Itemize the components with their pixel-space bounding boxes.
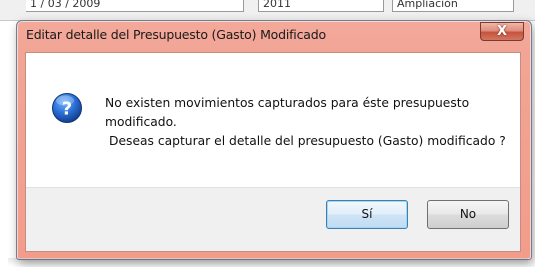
- dialog-titlebar[interactable]: Editar detalle del Presupuesto (Gasto) M…: [17, 21, 531, 51]
- dialog-shadow: [8, 258, 528, 266]
- dialog-body: ? No existen movimientos capturados para…: [25, 52, 521, 252]
- svg-text:?: ?: [62, 99, 72, 120]
- question-icon: ?: [52, 93, 82, 123]
- close-icon: X: [496, 24, 508, 39]
- no-button[interactable]: No: [427, 200, 509, 229]
- dialog-title: Editar detalle del Presupuesto (Gasto) M…: [26, 27, 326, 42]
- dialog-message: No existen movimientos capturados para é…: [105, 94, 506, 151]
- message-line-3: Deseas capturar el detalle del presupues…: [109, 134, 506, 148]
- message-line-2: modificado.: [105, 115, 177, 129]
- message-line-1: No existen movimientos capturados para é…: [105, 96, 470, 110]
- close-button[interactable]: X: [480, 22, 524, 41]
- background-year-field: 2011: [258, 0, 384, 12]
- background-type-field: Ampliación: [392, 0, 514, 12]
- background-toolbar: 1 / 03 / 2009 2011 Ampliación: [0, 0, 535, 21]
- screen: 1 / 03 / 2009 2011 Ampliación Editar det…: [0, 0, 535, 267]
- message-dialog: Editar detalle del Presupuesto (Gasto) M…: [16, 20, 532, 260]
- dialog-content: ? No existen movimientos capturados para…: [26, 53, 520, 187]
- dialog-button-bar: Sí No: [26, 187, 520, 251]
- background-edge: [0, 0, 22, 20]
- yes-button[interactable]: Sí: [326, 200, 408, 229]
- background-date-field: 1 / 03 / 2009: [26, 0, 244, 12]
